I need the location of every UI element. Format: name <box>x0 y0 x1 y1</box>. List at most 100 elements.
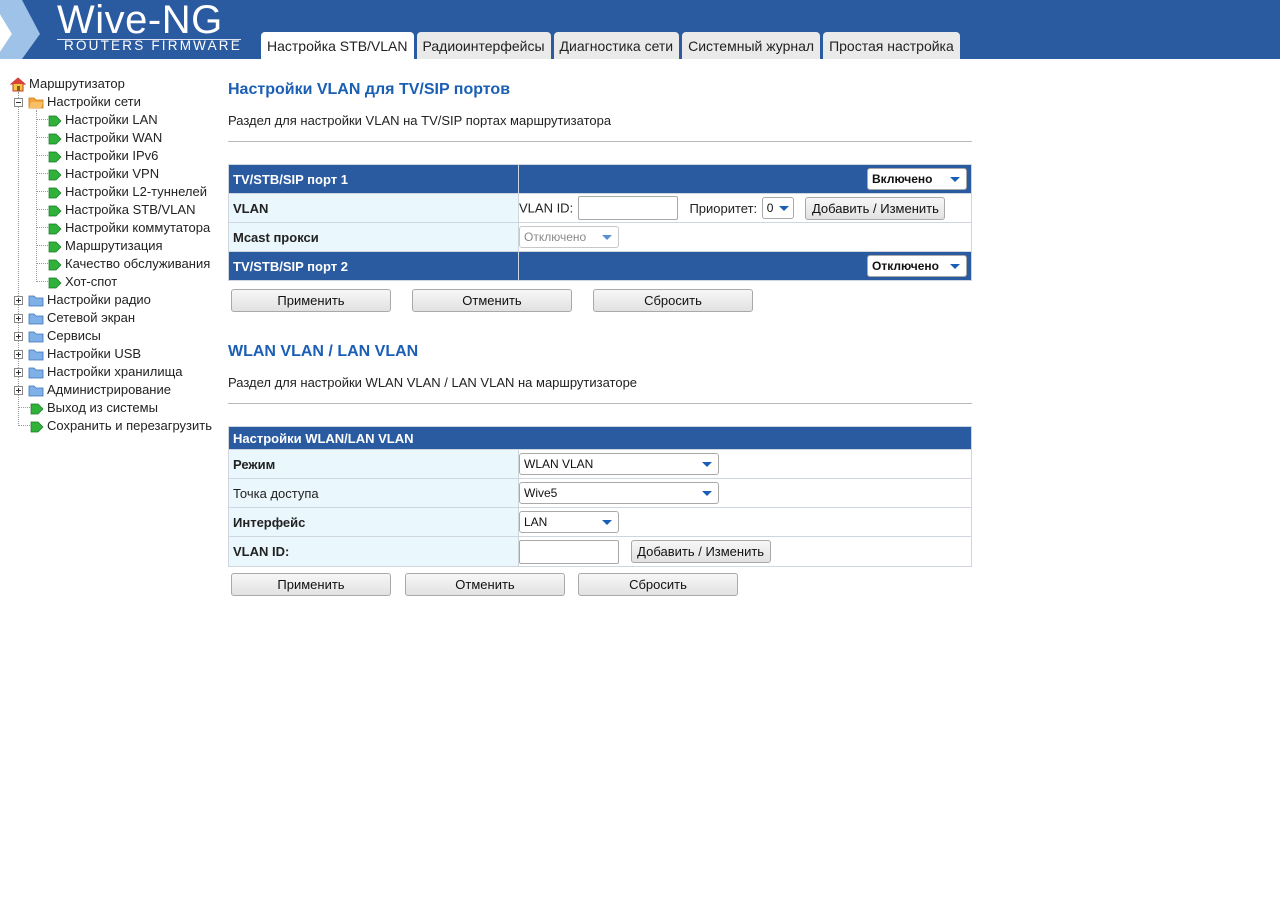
chevron-down-icon <box>702 462 712 467</box>
green-arrow-icon <box>48 169 62 181</box>
reset-button[interactable]: Сбросить <box>593 289 753 312</box>
ap-label: Точка доступа <box>228 478 519 508</box>
port1-cell: Включено <box>518 164 972 194</box>
table-row: VLAN VLAN ID: Приоритет: 0 Добавить / Из… <box>228 193 972 223</box>
tree-item-label: Хот-спот <box>65 274 118 289</box>
logo-mark-icon <box>0 0 40 59</box>
tab-stb-vlan[interactable]: Настройка STB/VLAN <box>261 32 414 59</box>
cancel-button[interactable]: Отменить <box>412 289 572 312</box>
port2-label: TV/STB/SIP порт 2 <box>228 251 519 281</box>
green-arrow-icon <box>48 187 62 199</box>
table-row: TV/STB/SIP порт 1 Включено <box>228 164 972 194</box>
table-row: Настройки WLAN/LAN VLAN <box>228 426 972 450</box>
mcast-cell: Отключено <box>518 222 972 252</box>
mode-cell: WLAN VLAN <box>518 449 972 479</box>
tree-line <box>18 425 30 426</box>
iface-label: Интерфейс <box>228 507 519 537</box>
logo-subtitle: ROUTERS FIRMWARE <box>64 38 242 53</box>
tree-line <box>36 263 48 264</box>
expand-icon[interactable] <box>14 332 23 341</box>
section1-description: Раздел для настройки VLAN на TV/SIP порт… <box>228 113 612 128</box>
reset-button[interactable]: Сбросить <box>578 573 738 596</box>
apply-button[interactable]: Применить <box>231 573 391 596</box>
tree-line <box>36 137 48 138</box>
section1-buttons: Применить Отменить Сбросить <box>231 289 761 312</box>
mode-label: Режим <box>228 449 519 479</box>
vlan-add-button[interactable]: Добавить / Изменить <box>805 196 946 220</box>
chevron-down-icon <box>602 520 612 525</box>
port2-select-value: Отключено <box>872 259 939 273</box>
ap-select-value: Wive5 <box>524 486 558 500</box>
cancel-button[interactable]: Отменить <box>405 573 565 596</box>
table-row: Интерфейс LAN <box>228 507 972 537</box>
tree-line <box>36 110 37 282</box>
chevron-down-icon <box>950 177 960 182</box>
section2-buttons: Применить Отменить Сбросить <box>231 573 741 596</box>
green-arrow-icon <box>30 421 44 433</box>
tree-line <box>36 191 48 192</box>
tree-item-label: Настройки VPN <box>65 166 160 181</box>
vlan-id-input[interactable] <box>577 196 678 220</box>
divider <box>228 403 972 404</box>
top-tabs: Настройка STB/VLAN Радиоинтерфейсы Диагн… <box>261 32 963 59</box>
port-vlan-table: TV/STB/SIP порт 1 Включено VLAN VLAN ID:… <box>228 164 972 281</box>
wlan-vlan-id-input[interactable] <box>519 539 619 564</box>
tab-diagnostics[interactable]: Диагностика сети <box>553 32 680 59</box>
tab-radio[interactable]: Радиоинтерфейсы <box>416 32 551 59</box>
green-arrow-icon <box>48 133 62 145</box>
green-arrow-icon <box>48 277 62 289</box>
iface-select[interactable]: LAN <box>519 511 619 533</box>
expand-icon[interactable] <box>14 386 23 395</box>
logo-title: Wive-NG <box>57 0 223 42</box>
home-icon <box>10 77 26 92</box>
tree-item-label: Настройки LAN <box>65 112 158 127</box>
green-arrow-icon <box>30 403 44 415</box>
ap-select[interactable]: Wive5 <box>519 482 719 504</box>
iface-cell: LAN <box>518 507 972 537</box>
collapse-icon[interactable] <box>14 98 23 107</box>
tree-line <box>36 281 48 282</box>
priority-select-value: 0 <box>766 201 774 215</box>
mcast-select[interactable]: Отключено <box>519 226 619 248</box>
tree-folder-label: Сетевой экран <box>47 310 136 325</box>
tree-root-label: Маршрутизатор <box>29 76 125 91</box>
tab-simple-setup[interactable]: Простая настройка <box>823 32 960 59</box>
tree-folder-label: Сервисы <box>47 328 101 343</box>
expand-icon[interactable] <box>14 368 23 377</box>
tree-item-label: Настройки WAN <box>65 130 163 145</box>
expand-icon[interactable] <box>14 314 23 323</box>
tree-line <box>36 119 48 120</box>
expand-icon[interactable] <box>14 296 23 305</box>
mode-select[interactable]: WLAN VLAN <box>519 453 719 475</box>
mcast-select-value: Отключено <box>524 230 587 244</box>
port2-select[interactable]: Отключено <box>867 255 967 277</box>
wlan-add-button[interactable]: Добавить / Изменить <box>630 540 771 563</box>
iface-select-value: LAN <box>524 515 548 529</box>
tree-item-label: Настройки IPv6 <box>65 148 159 163</box>
expand-icon[interactable] <box>14 350 23 359</box>
apply-button[interactable]: Применить <box>231 289 391 312</box>
table-row: Mcast прокси Отключено <box>228 222 972 252</box>
priority-select[interactable]: 0 <box>761 197 794 219</box>
green-arrow-icon <box>48 259 62 271</box>
tree-item-label: Настройки L2-туннелей <box>65 184 207 199</box>
priority-label: Приоритет: <box>689 200 758 216</box>
folder-icon <box>28 295 44 307</box>
section2-description: Раздел для настройки WLAN VLAN / LAN VLA… <box>228 375 638 390</box>
green-arrow-icon <box>48 223 62 235</box>
tab-syslog[interactable]: Системный журнал <box>682 32 821 59</box>
tree-line <box>36 155 48 156</box>
tree-item-label: Качество обслуживания <box>65 256 211 271</box>
header-bar: Wive-NG ROUTERS FIRMWARE Настройка STB/V… <box>0 0 1280 59</box>
ap-cell: Wive5 <box>518 478 972 508</box>
wlan-vlan-id-cell: Добавить / Изменить <box>518 536 972 567</box>
tree-folder-label: Настройки хранилища <box>47 364 183 379</box>
green-arrow-icon <box>48 151 62 163</box>
port1-select[interactable]: Включено <box>867 168 967 190</box>
green-arrow-icon <box>48 205 62 217</box>
table-row: Режим WLAN VLAN <box>228 449 972 479</box>
tree-folder-label: Администрирование <box>47 382 171 397</box>
divider <box>228 141 972 142</box>
vlan-id-label: VLAN ID: <box>519 200 574 216</box>
tree-folder-label: Настройки радио <box>47 292 151 307</box>
